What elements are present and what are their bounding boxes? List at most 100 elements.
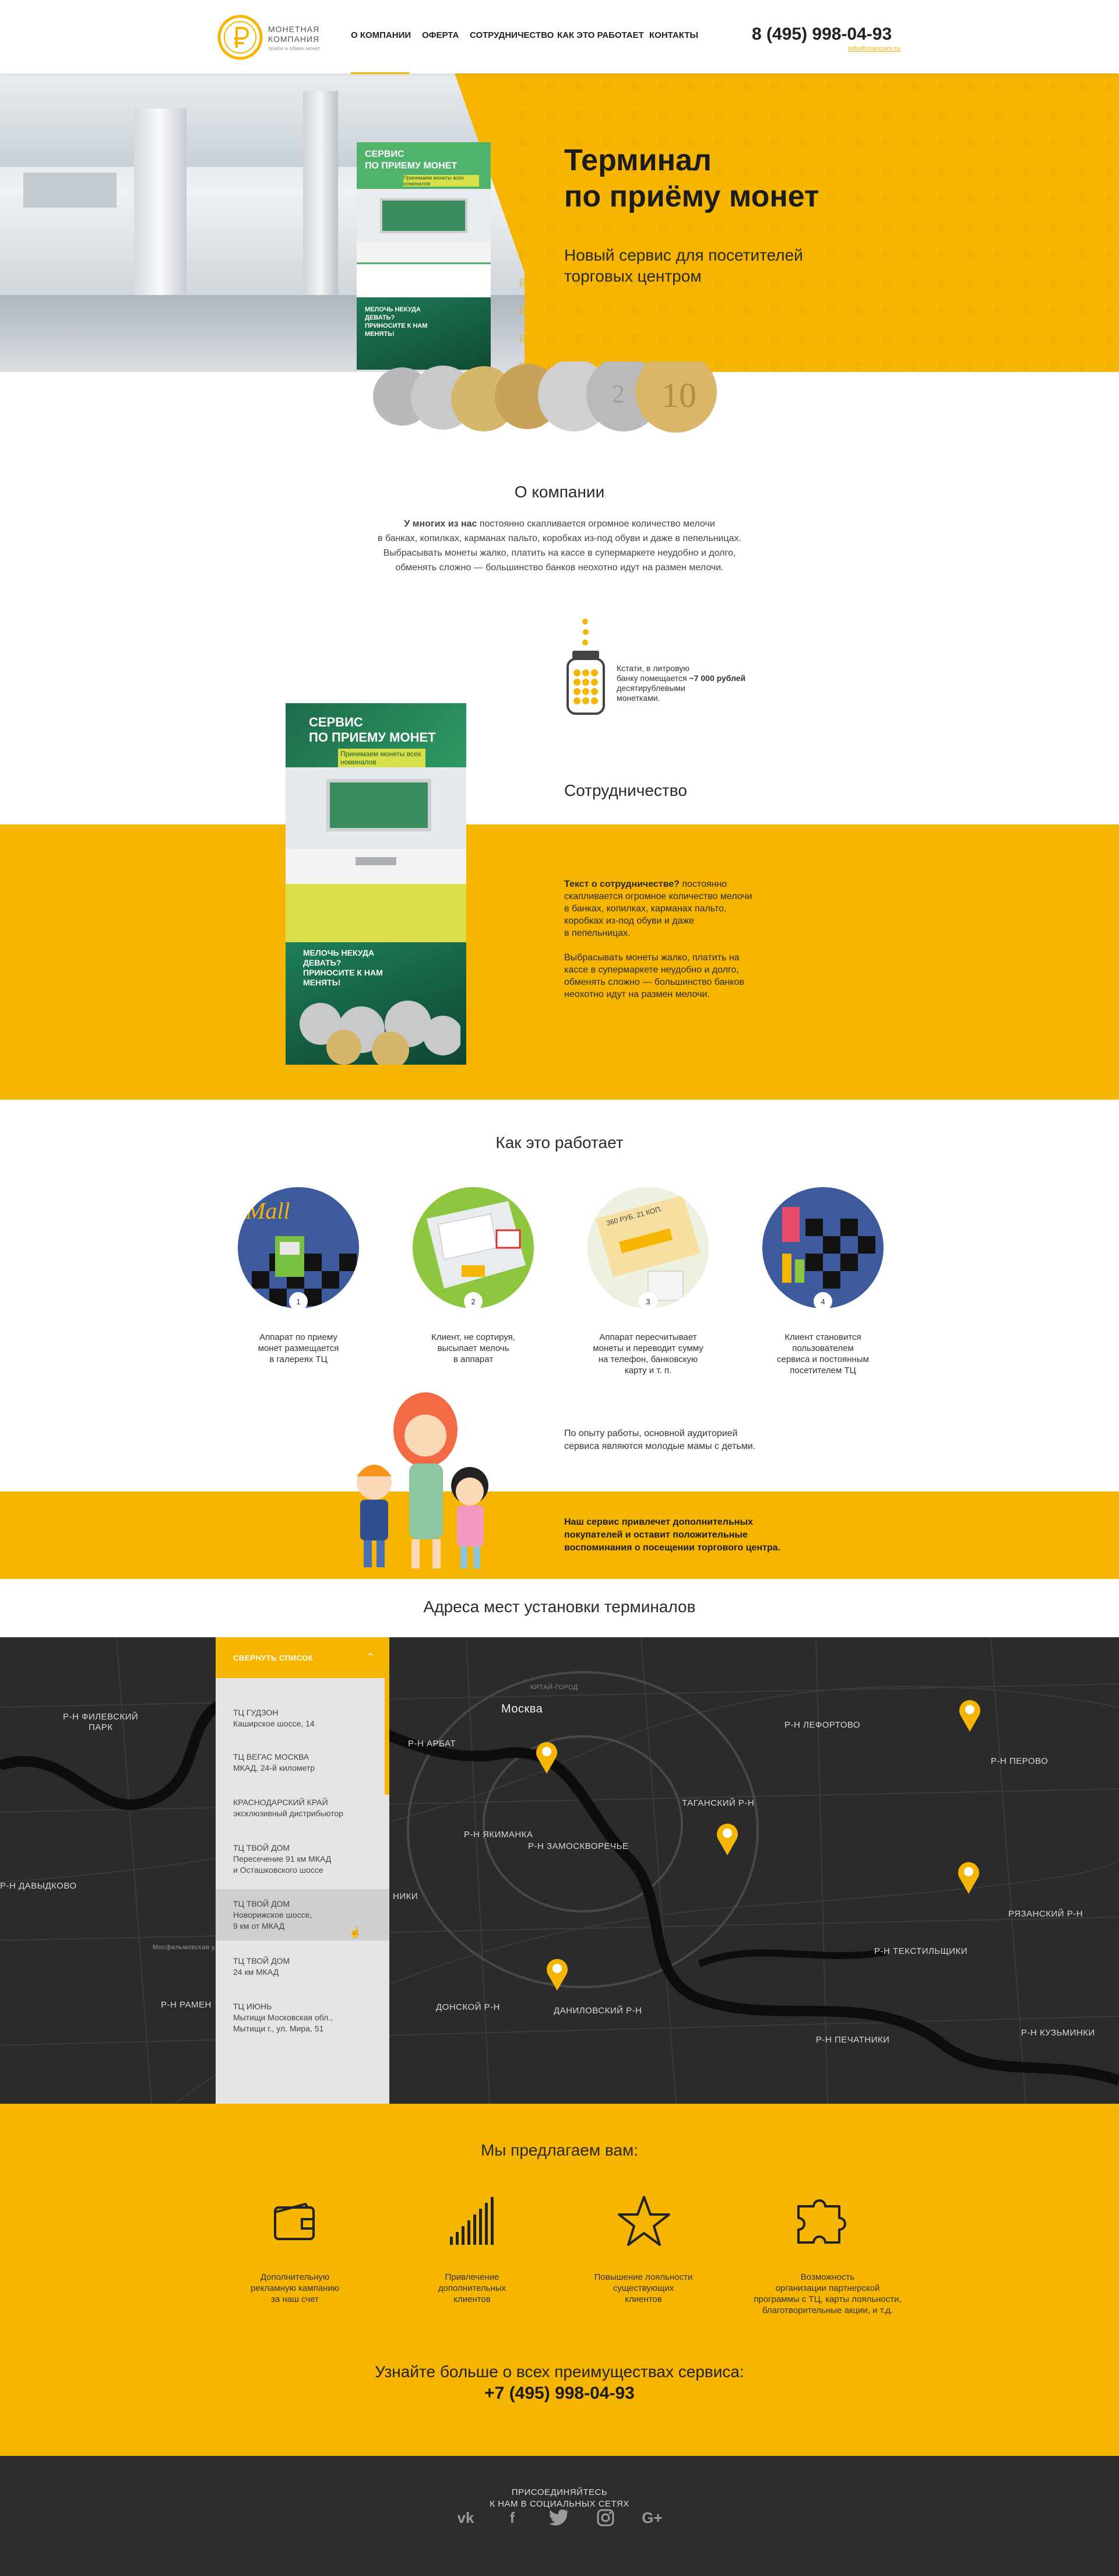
- offer-cta-phone[interactable]: +7 (495) 998-04-93: [0, 2384, 1119, 2403]
- map-label-danilov: ДАНИЛОВСКИЙ Р-Н: [554, 2006, 642, 2016]
- map-label-lefortovo: Р-Н ЛЕФОРТОВО: [784, 1720, 861, 1730]
- brand-name-line2: КОМПАНИЯ: [268, 34, 320, 44]
- location-item[interactable]: КРАСНОДАРСКИЙ КРАЙ эксклюзивный дистрибью…: [216, 1797, 389, 1819]
- map-pin-5[interactable]: [544, 1957, 570, 1991]
- step-4-caption: Клиент становится пользователем сервиса и …: [777, 1332, 869, 1375]
- map-label-filevsky: Р-Н ФИЛЕВСКИЙ: [63, 1712, 139, 1722]
- map-label-davydkovo: Р-Н ДАВЫДКОВО: [0, 1881, 77, 1891]
- nav-about[interactable]: О КОМПАНИИ: [351, 30, 411, 40]
- nav-cooperation[interactable]: СОТРУДНИЧЕСТВО: [470, 30, 554, 40]
- vk-icon[interactable]: vk: [452, 2504, 479, 2531]
- map-pin-1[interactable]: [534, 1740, 560, 1774]
- audience-bold-text: Наш сервис привлечет дополнительных поку…: [564, 1517, 781, 1553]
- about-text: У многих из нас постоянно скапливается о…: [378, 519, 741, 573]
- svg-text:10: 10: [661, 376, 696, 415]
- hero-section: СЕРВИС ПО ПРИЕМУ МОНЕТ Принимаем монеты …: [0, 73, 1119, 372]
- footer-join-line1: ПРИСОЕДИНЯЙТЕСЬ: [511, 2487, 608, 2497]
- locations-panel: СВЕРНУТЬ СПИСОК ⌃ ТЦ ГУДЗОН Каширское шос…: [216, 1637, 389, 2104]
- map-label-moskva: Москва: [501, 1703, 543, 1715]
- logo[interactable]: МОНЕТНАЯ КОМПАНИЯ приём и обмен монет: [217, 13, 333, 62]
- location-item[interactable]: ТЦ ИЮНЬ Мытищи Московская обл., Мытищи г.,…: [216, 2001, 389, 2034]
- map[interactable]: Москва КИТАЙ-ГОРОД Р-Н ФИЛЕВСКИЙ ПАРК Р-…: [0, 1637, 1119, 2104]
- bars-chart-icon: [450, 2197, 494, 2245]
- header-phone[interactable]: 8 (495) 998-04-93: [752, 24, 892, 44]
- cursor-pointer-icon: ☝: [349, 1926, 362, 1938]
- map-roads: [0, 1637, 1119, 2104]
- step-3-caption: Аппарат пересчитывает монеты и переводит …: [593, 1332, 703, 1375]
- wallet-icon: [274, 2202, 315, 2240]
- instagram-icon[interactable]: [592, 2504, 619, 2531]
- offer-caption-4: Возможность организации партнерской програ…: [754, 2272, 902, 2315]
- map-label-niki: НИКИ: [393, 1891, 418, 1901]
- map-title: Адреса мест установки терминалов: [423, 1598, 696, 1616]
- cooperation-title: Сотрудничество: [564, 781, 687, 799]
- how-title: Как это работает: [495, 1133, 624, 1152]
- terminal-illustration: СЕРВИС ПО ПРИЕМУ МОНЕТ Принимаем монеты …: [357, 142, 497, 370]
- map-label-tekstil: Р-Н ТЕКСТИЛЬЩИКИ: [874, 1946, 968, 1956]
- mom-and-kids-illustration: [357, 1392, 488, 1568]
- header-email[interactable]: info@coincom.ru: [848, 44, 900, 52]
- coins-illustration: 10 2: [373, 362, 717, 433]
- offer-caption-1: Дополнительную рекламную кампанию за наш с…: [251, 2272, 339, 2304]
- map-pin-4[interactable]: [956, 1860, 981, 1894]
- step-1-illustration: Mall 1: [238, 1187, 359, 1311]
- location-item[interactable]: ТЦ ВЕГАС МОСКВА МКАД, 24-й километр: [216, 1752, 389, 1774]
- map-pin-3[interactable]: [957, 1698, 983, 1732]
- step-2-caption: Клиент, не сортируя, высыпает мелочь в апп…: [431, 1332, 515, 1364]
- about-title: О компании: [514, 483, 605, 501]
- nav-active-underline: [351, 72, 409, 74]
- collapse-list-button[interactable]: СВЕРНУТЬ СПИСОК ⌃: [216, 1637, 389, 1678]
- svg-text:Mall: Mall: [245, 1198, 290, 1224]
- puzzle-icon: [797, 2199, 846, 2244]
- svg-text:1: 1: [296, 1297, 300, 1306]
- map-label-yakimanka: Р-Н ЯКИМАНКА: [464, 1830, 533, 1840]
- instagram-glyph-icon: [597, 2509, 614, 2526]
- offer-caption-3: Повышение лояльности существующих клиентов: [594, 2272, 693, 2304]
- panel-scrollbar[interactable]: [385, 1678, 389, 1795]
- map-label-perovo: Р-Н ПЕРОВО: [991, 1756, 1048, 1766]
- map-label-donskoy: ДОНСКОЙ Р-Н: [436, 2002, 501, 2012]
- svg-text:2: 2: [612, 380, 625, 408]
- location-item[interactable]: ТЦ ГУДЗОН Каширское шоссе, 14: [216, 1707, 389, 1729]
- map-label-zamosk: Р-Н ЗАМОСКВОРЕЧЬЕ: [528, 1841, 629, 1851]
- twitter-icon[interactable]: [546, 2504, 572, 2531]
- cooperation-band: [0, 824, 1119, 1100]
- twitter-bird-icon: [549, 2510, 568, 2526]
- brand-tagline: приём и обмен монет: [268, 45, 321, 51]
- svg-text:2: 2: [471, 1297, 475, 1306]
- offer-caption-2: Привлечение дополнительных клиентов: [438, 2272, 506, 2304]
- audience-band: [0, 1491, 1119, 1579]
- site-header: МОНЕТНАЯ КОМПАНИЯ приём и обмен монет О …: [0, 0, 1119, 74]
- offer-cta-text: Узнайте больше о всех преимуществах серв…: [375, 2363, 744, 2381]
- hero-pattern: ₽: [513, 73, 1119, 372]
- step-2-illustration: 2: [413, 1187, 534, 1311]
- cooperation-text: Текст о сотрудничестве? постоянно скапли…: [564, 879, 752, 999]
- jar-note: Кстати, в литровую банку помещается ~7 0…: [617, 664, 746, 703]
- brand-name-line1: МОНЕТНАЯ: [268, 24, 320, 34]
- nav-contacts[interactable]: КОНТАКТЫ: [649, 30, 698, 40]
- location-item[interactable]: ТЦ ТВОЙ ДОМ Пересечение 91 км МКАД и Осташ…: [216, 1842, 389, 1876]
- audience-text: По опыту работы, основной аудиторией сер…: [564, 1429, 756, 1451]
- location-item-active[interactable]: ТЦ ТВОЙ ДОМ Новорижское шоссе, 9 км от МКА…: [216, 1898, 389, 1932]
- ruble-coin-logo-icon: [217, 15, 263, 60]
- map-label-kitay: КИТАЙ-ГОРОД: [530, 1684, 578, 1691]
- chevron-up-icon: ⌃: [366, 1651, 375, 1663]
- cooperation-terminal-illustration: СЕРВИС ПО ПРИЕМУ МОНЕТ Принимаем монеты …: [286, 703, 472, 1065]
- map-label-kuzminki: Р-Н КУЗЬМИНКИ: [1021, 2028, 1095, 2038]
- map-label-park: ПАРК: [89, 1722, 113, 1732]
- svg-text:3: 3: [646, 1297, 650, 1306]
- nav-how-it-works[interactable]: КАК ЭТО РАБОТАЕТ: [557, 30, 644, 40]
- location-item[interactable]: ТЦ ТВОЙ ДОМ 24 км МКАД: [216, 1956, 389, 1978]
- facebook-icon[interactable]: f: [499, 2504, 526, 2531]
- star-icon: [618, 2196, 670, 2246]
- step-1-caption: Аппарат по приему монет размещается в гале…: [258, 1332, 339, 1364]
- google-plus-icon[interactable]: G+: [639, 2504, 666, 2531]
- step-4-illustration: 4: [762, 1187, 884, 1311]
- map-label-pechatniki: Р-Н ПЕЧАТНИКИ: [816, 2035, 890, 2045]
- hero-title: Терминал по приёму монет: [564, 143, 819, 213]
- offer-title: Мы предлагаем вам:: [480, 2141, 639, 2159]
- nav-offer[interactable]: ОФЕРТА: [422, 30, 459, 40]
- map-label-arbat: Р-Н АРБАТ: [408, 1739, 456, 1749]
- map-label-ramen: Р-Н РАМЕН: [161, 2000, 212, 2010]
- map-pin-2[interactable]: [715, 1822, 740, 1855]
